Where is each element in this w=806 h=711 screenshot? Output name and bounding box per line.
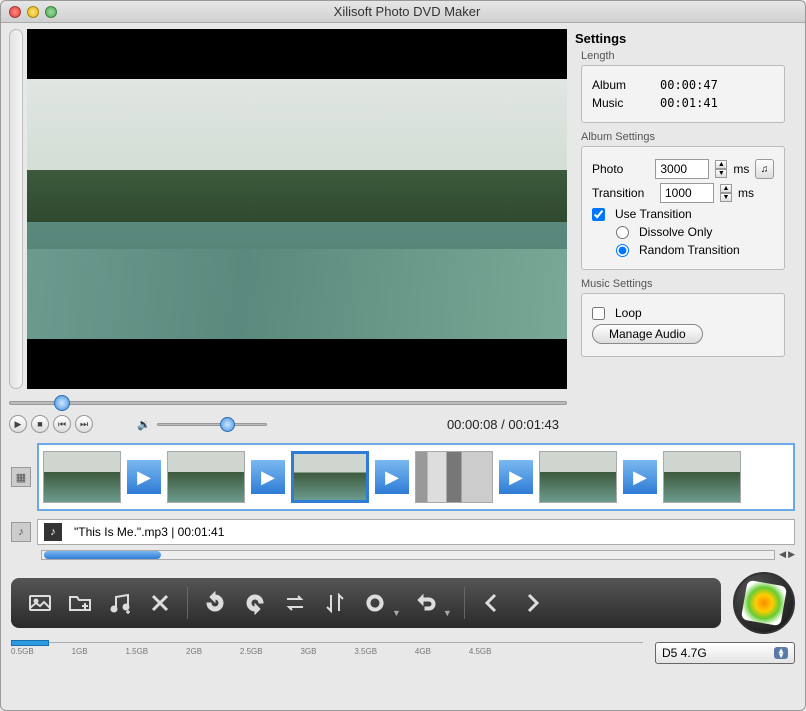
photo-spin-up[interactable]: ▲ <box>715 160 727 169</box>
scroll-right-button[interactable]: ▶ <box>788 549 795 560</box>
photo-timeline[interactable]: ▶ ▶ ▶ ▶ ▶ <box>37 443 795 511</box>
dissolve-only-radio[interactable] <box>616 226 629 239</box>
undo-button[interactable] <box>411 588 441 618</box>
transition-duration-input[interactable] <box>660 183 714 203</box>
refresh-dropdown-icon[interactable]: ▼ <box>392 608 401 618</box>
select-arrows-icon: ▲▼ <box>774 647 788 659</box>
add-music-button[interactable] <box>105 588 135 618</box>
photo-unit: ms <box>733 162 749 176</box>
sort-button[interactable] <box>320 588 350 618</box>
preview-area <box>27 29 567 389</box>
thumbnail[interactable] <box>663 451 741 503</box>
transition-duration-label: Transition <box>592 186 654 200</box>
undo-dropdown-icon[interactable]: ▼ <box>443 608 452 618</box>
prev-button[interactable] <box>477 588 507 618</box>
volume-icon: 🔉 <box>137 418 151 431</box>
photo-spin-down[interactable]: ▼ <box>715 169 727 178</box>
main-toolbar: ▼ ▼ <box>11 578 721 628</box>
transition-icon[interactable]: ▶ <box>623 460 657 494</box>
length-group-title: Length <box>581 50 785 62</box>
timeline-scrollbar[interactable] <box>41 550 775 560</box>
transition-icon[interactable]: ▶ <box>251 460 285 494</box>
rotate-ccw-button[interactable] <box>200 588 230 618</box>
titlebar: Xilisoft Photo DVD Maker <box>1 1 805 23</box>
next-frame-button[interactable]: ⏭ <box>75 415 93 433</box>
transition-unit: ms <box>738 186 754 200</box>
seek-slider[interactable] <box>9 395 567 411</box>
swap-button[interactable] <box>280 588 310 618</box>
photo-duration-label: Photo <box>592 162 649 176</box>
loop-label: Loop <box>615 306 642 320</box>
random-transition-label: Random Transition <box>639 243 740 257</box>
transition-icon[interactable]: ▶ <box>127 460 161 494</box>
photo-track-icon[interactable]: ▦ <box>11 467 31 487</box>
preview-scrollbar[interactable] <box>9 29 23 389</box>
music-length-label: Music <box>592 96 654 110</box>
album-length-label: Album <box>592 78 654 92</box>
prev-frame-button[interactable]: ⏮ <box>53 415 71 433</box>
thumbnail-selected[interactable] <box>291 451 369 503</box>
photo-duration-input[interactable] <box>655 159 709 179</box>
audio-track-icon[interactable]: ♪ <box>11 522 31 542</box>
transition-icon[interactable]: ▶ <box>499 460 533 494</box>
stop-button[interactable]: ■ <box>31 415 49 433</box>
loop-checkbox[interactable] <box>592 307 605 320</box>
settings-heading: Settings <box>575 31 791 46</box>
window-title: Xilisoft Photo DVD Maker <box>17 4 797 19</box>
playback-time: 00:00:08 / 00:01:43 <box>447 417 559 432</box>
disc-capacity-meter: 0.5GB1GB1.5GB2GB2.5GB3GB3.5GB4GB4.5GB <box>11 642 643 664</box>
delete-button[interactable] <box>145 588 175 618</box>
use-transition-checkbox[interactable] <box>592 208 605 221</box>
use-transition-label: Use Transition <box>615 207 692 221</box>
burn-dvd-button[interactable] <box>733 572 795 634</box>
disc-type-select[interactable]: D5 4.7G ▲▼ <box>655 642 795 664</box>
manage-audio-button[interactable]: Manage Audio <box>592 324 703 344</box>
add-folder-button[interactable] <box>65 588 95 618</box>
thumbnail[interactable] <box>539 451 617 503</box>
transition-icon[interactable]: ▶ <box>375 460 409 494</box>
music-note-icon: ♪ <box>44 523 62 541</box>
music-length-value: 00:01:41 <box>660 96 718 110</box>
scroll-left-button[interactable]: ◀ <box>779 549 786 560</box>
transition-spin-down[interactable]: ▼ <box>720 193 732 202</box>
dissolve-only-label: Dissolve Only <box>639 225 712 239</box>
sync-music-button[interactable]: ♫ <box>755 159 774 179</box>
refresh-button[interactable] <box>360 588 390 618</box>
thumbnail[interactable] <box>415 451 493 503</box>
rotate-cw-button[interactable] <box>240 588 270 618</box>
album-length-value: 00:00:47 <box>660 78 718 92</box>
music-settings-title: Music Settings <box>581 278 785 290</box>
album-settings-title: Album Settings <box>581 131 785 143</box>
thumbnail[interactable] <box>43 451 121 503</box>
next-button[interactable] <box>517 588 547 618</box>
play-button[interactable]: ▶ <box>9 415 27 433</box>
thumbnail[interactable] <box>167 451 245 503</box>
volume-slider[interactable] <box>157 423 267 426</box>
disc-type-value: D5 4.7G <box>662 646 707 660</box>
preview-image <box>27 79 567 339</box>
audio-track-label: "This Is Me.".mp3 | 00:01:41 <box>74 525 224 539</box>
audio-track[interactable]: ♪ "This Is Me.".mp3 | 00:01:41 <box>37 519 795 545</box>
add-photo-button[interactable] <box>25 588 55 618</box>
transition-spin-up[interactable]: ▲ <box>720 184 732 193</box>
random-transition-radio[interactable] <box>616 244 629 257</box>
